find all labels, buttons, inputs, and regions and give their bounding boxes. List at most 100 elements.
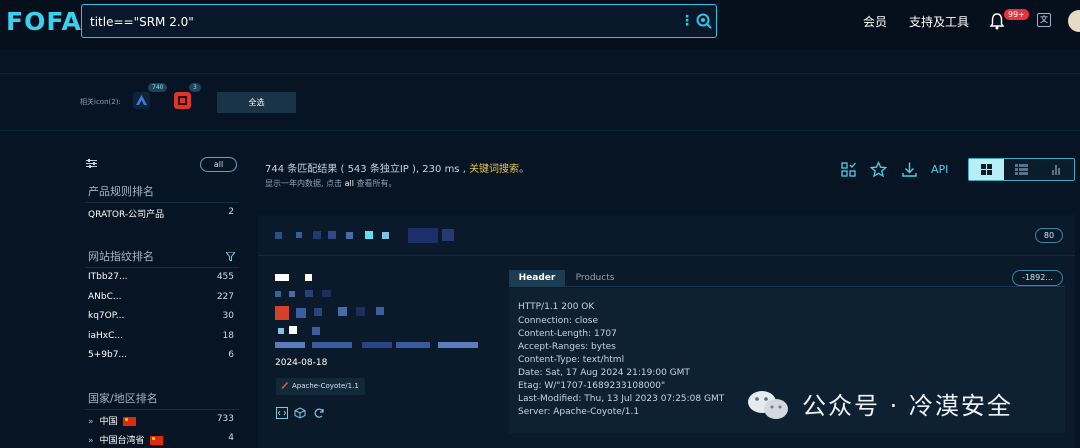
header-line: Last-Modified: Thu, 13 Jul 2023 07:25:08… bbox=[518, 394, 725, 404]
divider bbox=[0, 73, 1080, 74]
list-item-count: 30 bbox=[222, 311, 234, 321]
results-subtext: 显示一年内数据, 点击 all 查看所有。 bbox=[265, 179, 397, 188]
divider bbox=[85, 267, 239, 268]
related-icon-red[interactable] bbox=[174, 92, 191, 109]
list-item-label: 中国 bbox=[99, 417, 118, 427]
feather-icon bbox=[281, 382, 288, 389]
list-item-count: 18 bbox=[222, 331, 234, 341]
chevron-right-icon[interactable]: » bbox=[88, 417, 94, 427]
list-item-label: ITbb27... bbox=[88, 272, 128, 282]
list-item-count: 6 bbox=[228, 350, 234, 360]
query-time: 230 bbox=[422, 164, 442, 175]
header-line: Content-Length: 1707 bbox=[518, 329, 617, 339]
version-badge[interactable]: -1892... bbox=[1012, 270, 1063, 286]
divider bbox=[258, 255, 1075, 256]
list-item[interactable]: kq7OP... 30 bbox=[88, 311, 236, 325]
list-item[interactable]: iaHxC... 18 bbox=[88, 331, 236, 345]
results-summary: 744 条匹配结果 ( 543 条独立IP ), 230 ms , 关键词搜索。 bbox=[265, 164, 530, 175]
all-filter-pill[interactable]: all bbox=[200, 157, 237, 172]
chevron-right-icon[interactable]: » bbox=[88, 436, 94, 446]
list-item[interactable]: » 中国 733 bbox=[88, 414, 236, 428]
list-item-count: 227 bbox=[216, 292, 234, 302]
bar-chart-icon bbox=[1052, 165, 1060, 175]
tab-products[interactable]: Products bbox=[567, 270, 623, 287]
api-link[interactable]: API bbox=[931, 163, 948, 176]
product-rank-title: 产品规则排名 bbox=[88, 185, 154, 198]
notification-badge: 99+ bbox=[1004, 9, 1029, 20]
grid-view-button[interactable] bbox=[969, 159, 1004, 180]
fingerprint-rank-title: 网站指纹排名 bbox=[88, 250, 154, 263]
more-options-icon[interactable]: ⋮ bbox=[680, 13, 694, 29]
list-item-label: iaHxC... bbox=[88, 331, 123, 341]
nav-member[interactable]: 会员 bbox=[863, 13, 887, 30]
divider bbox=[0, 130, 1080, 131]
header-line: Server: Apache-Coyote/1.1 bbox=[518, 407, 640, 417]
watermark-text: 公众号 · 冷漠安全 bbox=[802, 392, 1013, 420]
star-icon[interactable] bbox=[870, 161, 887, 178]
list-item-count: 2 bbox=[228, 207, 234, 217]
fofa-logo[interactable]: FOFA bbox=[6, 7, 82, 36]
port-badge[interactable]: 80 bbox=[1035, 228, 1063, 243]
funnel-icon[interactable] bbox=[226, 252, 235, 261]
list-item[interactable]: QRATOR-公司产品 2 bbox=[88, 207, 236, 221]
filter-settings-icon[interactable] bbox=[86, 159, 97, 168]
list-item-label: QRATOR-公司产品 bbox=[88, 210, 165, 220]
translate-icon[interactable]: 文 bbox=[1037, 13, 1051, 27]
keyword-search-link[interactable]: 关键词搜索 bbox=[469, 164, 519, 175]
list-item-label: ANbC... bbox=[88, 292, 122, 302]
tab-header[interactable]: Header bbox=[509, 270, 565, 287]
list-item-count: 733 bbox=[216, 414, 234, 424]
list-item-count: 4 bbox=[228, 433, 234, 443]
list-item-label: kq7OP... bbox=[88, 311, 125, 321]
refresh-icon[interactable] bbox=[313, 407, 325, 419]
header-line: Content-Type: text/html bbox=[518, 355, 625, 365]
show-all-link[interactable]: all bbox=[345, 179, 354, 188]
header-line: Accept-Ranges: bytes bbox=[518, 342, 616, 352]
result-count: 744 bbox=[265, 164, 285, 175]
bell-icon[interactable] bbox=[989, 12, 1005, 30]
chart-view-button[interactable] bbox=[1039, 159, 1074, 180]
redacted-host bbox=[270, 226, 470, 246]
divider bbox=[85, 409, 239, 410]
flag-icon bbox=[149, 436, 163, 445]
list-item-label: 中国台湾省 bbox=[99, 436, 145, 446]
select-all-button[interactable]: 全选 bbox=[217, 92, 296, 113]
header-line: HTTP/1.1 200 OK bbox=[518, 302, 595, 312]
checklist-icon[interactable] bbox=[840, 161, 857, 178]
related-icons-label: 相关icon(2): bbox=[80, 98, 121, 106]
list-item[interactable]: ANbC... 227 bbox=[88, 292, 236, 306]
top-bar: FOFA ⋮ 会员 支持及工具 99+ 文 bbox=[0, 0, 1080, 50]
server-tag[interactable]: Apache-Coyote/1.1 bbox=[276, 378, 365, 395]
flag-icon bbox=[122, 417, 136, 426]
divider bbox=[85, 202, 239, 203]
code-icon[interactable] bbox=[276, 407, 288, 419]
search-icon[interactable] bbox=[695, 12, 713, 30]
country-rank-title: 国家/地区排名 bbox=[88, 392, 158, 405]
wechat-logo bbox=[748, 391, 788, 419]
search-box: ⋮ bbox=[81, 4, 717, 38]
download-icon[interactable] bbox=[901, 161, 918, 178]
header-line: Connection: close bbox=[518, 316, 598, 326]
view-toggle bbox=[968, 158, 1075, 181]
search-input[interactable] bbox=[90, 12, 650, 32]
server-tag-label: Apache-Coyote/1.1 bbox=[292, 382, 359, 390]
list-item[interactable]: ITbb27... 455 bbox=[88, 272, 236, 286]
avatar[interactable] bbox=[1068, 10, 1080, 32]
nav-support-tools[interactable]: 支持及工具 bbox=[909, 13, 969, 30]
header-line: Date: Sat, 17 Aug 2024 21:19:00 GMT bbox=[518, 368, 690, 378]
related-icon-count: 3 bbox=[189, 83, 201, 92]
list-icon bbox=[1015, 164, 1028, 175]
result-date: 2024-08-18 bbox=[275, 358, 328, 368]
detail-tabs: Header Products bbox=[509, 270, 1065, 287]
unique-ip-count: 543 bbox=[347, 164, 367, 175]
list-item[interactable]: 5+9b7... 6 bbox=[88, 350, 236, 364]
cube-icon[interactable] bbox=[294, 407, 306, 419]
redacted-info bbox=[272, 272, 502, 352]
list-item-count: 455 bbox=[216, 272, 234, 282]
related-icon-count: 740 bbox=[148, 83, 168, 92]
related-icon-blue[interactable] bbox=[133, 92, 150, 109]
header-line: Etag: W/"1707-1689233108000" bbox=[518, 381, 666, 391]
list-item[interactable]: » 中国台湾省 4 bbox=[88, 433, 236, 447]
list-view-button[interactable] bbox=[1004, 159, 1039, 180]
grid-icon bbox=[981, 164, 992, 175]
